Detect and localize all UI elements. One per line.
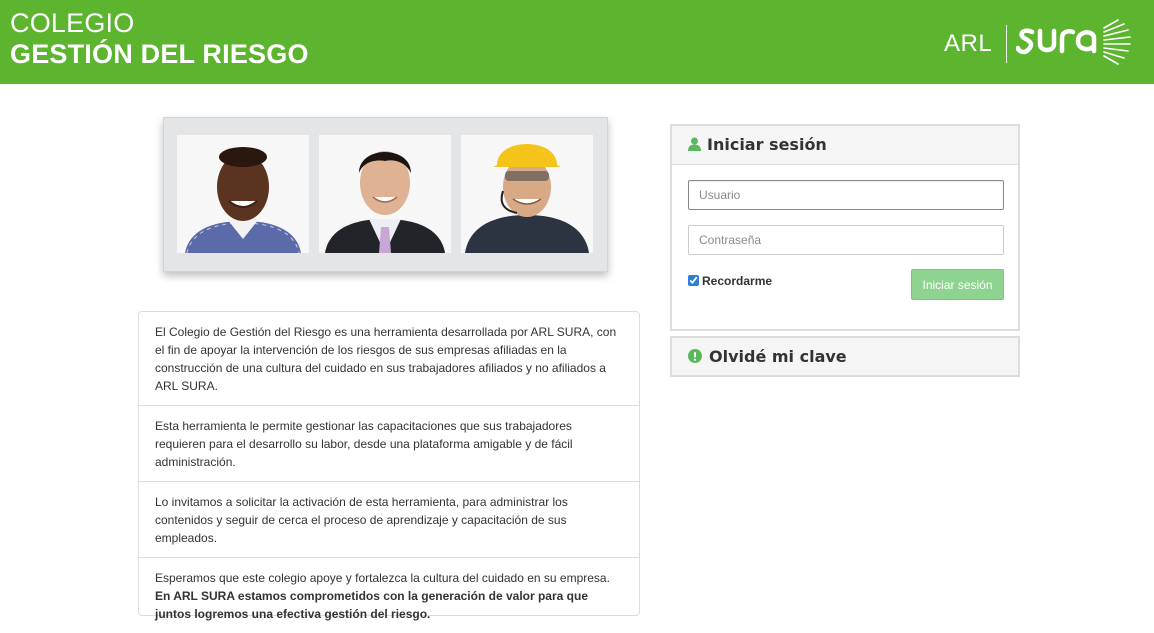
info-paragraph: Esperamos que este colegio apoye y forta… [139, 558, 639, 633]
info-text-bold: En ARL SURA estamos comprometidos con la… [155, 589, 588, 621]
info-panel: El Colegio de Gestión del Riesgo es una … [138, 311, 640, 621]
login-title: Iniciar sesión [707, 135, 827, 154]
site-title-line1: COLEGIO [10, 8, 135, 38]
person-photo [319, 135, 451, 253]
info-text: Lo invitamos a solicitar la activación d… [155, 495, 568, 545]
site-title-line2: GESTIÓN DEL RIESGO [10, 39, 309, 69]
header-bar: COLEGIO GESTIÓN DEL RIESGO ARL [0, 0, 1154, 84]
info-text: Esta herramienta le permite gestionar la… [155, 419, 573, 469]
forgot-password-panel[interactable]: Olvidé mi clave [670, 336, 1020, 377]
site-title: COLEGIO GESTIÓN DEL RIESGO [10, 9, 309, 70]
exclamation-circle-icon [688, 348, 702, 367]
info-text: El Colegio de Gestión del Riesgo es una … [155, 325, 617, 393]
password-input[interactable] [688, 225, 1004, 255]
user-icon [688, 136, 701, 155]
username-input[interactable] [688, 180, 1004, 210]
person-photo [177, 135, 309, 253]
info-paragraph: El Colegio de Gestión del Riesgo es una … [139, 312, 639, 406]
info-text: Esperamos que este colegio apoye y forta… [155, 571, 610, 585]
info-paragraph: Lo invitamos a solicitar la activación d… [139, 482, 639, 558]
worker-photo [461, 135, 593, 253]
remember-me[interactable]: Recordarme [688, 274, 772, 288]
forgot-password-link[interactable]: Olvidé mi clave [709, 347, 847, 366]
logo-arl-text: ARL [944, 30, 993, 57]
sura-logo-icon [1016, 19, 1131, 65]
login-button[interactable]: Iniciar sesión [911, 269, 1004, 300]
login-panel: Iniciar sesión Recordarme Iniciar sesión [670, 124, 1020, 331]
login-panel-header: Iniciar sesión [672, 126, 1018, 165]
arl-sura-logo[interactable]: ARL [944, 18, 1149, 68]
photo-banner [163, 117, 608, 272]
info-paragraph: Esta herramienta le permite gestionar la… [139, 406, 639, 482]
remember-label: Recordarme [702, 274, 773, 288]
logo-divider [1006, 25, 1007, 63]
remember-checkbox[interactable] [688, 275, 699, 286]
